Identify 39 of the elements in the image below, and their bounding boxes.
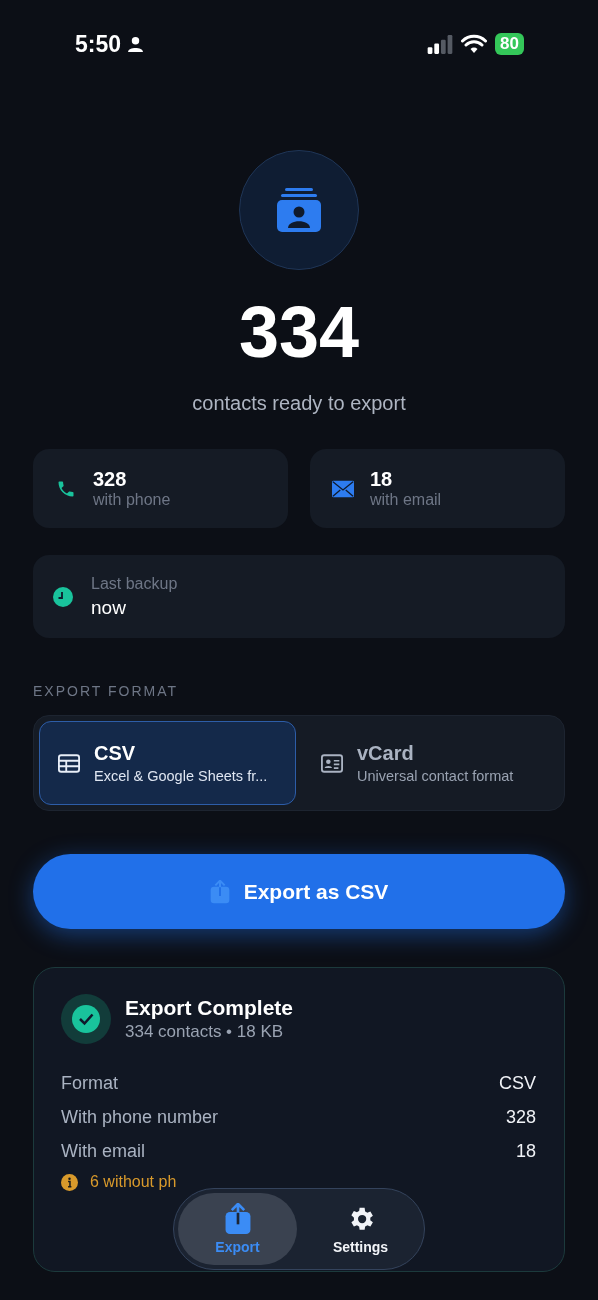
clock-icon xyxy=(53,586,73,607)
wifi-icon xyxy=(461,34,488,54)
backup-value: now xyxy=(91,596,127,619)
detail-label: With phone number xyxy=(61,1106,219,1128)
contact-card-icon xyxy=(321,753,343,773)
count-caption: contacts ready to export xyxy=(192,392,406,415)
detail-value: 328 xyxy=(505,1106,536,1128)
section-heading: EXPORT FORMAT xyxy=(33,683,179,699)
detail-label: Format xyxy=(61,1072,118,1094)
share-icon xyxy=(209,879,230,904)
battery-indicator: 80 xyxy=(495,33,524,55)
option-subtitle: Excel & Google Sheets fr... xyxy=(94,768,268,784)
format-option[interactable]: CSV Excel & Google Sheets fr... xyxy=(39,721,296,805)
person-icon xyxy=(127,35,145,53)
option-subtitle: Universal contact format xyxy=(357,768,514,784)
check-circle-icon xyxy=(61,994,111,1044)
stat-label: with phone xyxy=(93,491,171,509)
option-title: vCard xyxy=(357,742,415,765)
detail-label: With email xyxy=(61,1140,145,1162)
table-icon xyxy=(58,753,80,773)
stat-value: 328 xyxy=(93,468,128,491)
warning-text: 6 without ph xyxy=(90,1173,177,1191)
stat-label: with email xyxy=(370,491,442,509)
contact-count: 334 xyxy=(238,292,360,372)
clock-time: 5:50 xyxy=(75,30,122,58)
stat-value: 18 xyxy=(370,468,394,491)
envelope-icon xyxy=(332,478,354,499)
result-title: Export Complete xyxy=(125,996,294,1020)
result-subtitle: 334 contacts • 18 KB xyxy=(125,1022,285,1042)
option-title: CSV xyxy=(94,742,137,765)
tab[interactable]: Settings xyxy=(301,1193,420,1265)
format-option[interactable]: vCard Universal contact format xyxy=(302,721,559,805)
info-icon xyxy=(61,1173,78,1191)
export-button[interactable]: Export as CSV xyxy=(33,854,565,929)
contact-stack-icon xyxy=(275,188,323,232)
detail-value: CSV xyxy=(499,1072,536,1094)
detail-value: 18 xyxy=(515,1140,536,1162)
signal-icon xyxy=(427,34,454,54)
backup-label: Last backup xyxy=(91,574,178,593)
